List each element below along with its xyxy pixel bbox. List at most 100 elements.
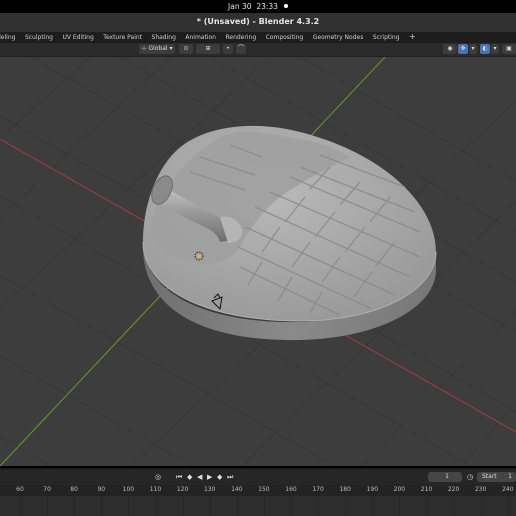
jump-start-icon[interactable]: ⏮ — [176, 473, 182, 482]
next-keyframe-icon[interactable]: ◆ — [217, 473, 222, 481]
ruler-tick-label: 90 — [97, 486, 106, 493]
ruler-tick-label: 210 — [420, 486, 433, 493]
ruler-tick-label: 170 — [312, 486, 324, 493]
workspace-tab[interactable]: Shading — [152, 34, 176, 41]
viewport-header: ⊹ Global ▾ ⊙ ⊞ • ⌒ ◉ ✥ ▾ ◐ ▾ ▣ — [0, 43, 516, 57]
proportional-falloff-button[interactable]: ⌒ — [236, 44, 246, 54]
viewport-scene — [0, 57, 516, 466]
window-title: * (Unsaved) - Blender 4.3.2 — [196, 17, 320, 26]
falloff-icon: ⌒ — [237, 45, 244, 52]
add-workspace-button[interactable]: + — [409, 32, 416, 41]
eye-icon: ◉ — [447, 45, 453, 52]
track-gridline — [101, 496, 103, 516]
track-gridline — [291, 496, 292, 516]
chevron-down-icon: ▾ — [169, 45, 173, 52]
visibility-button[interactable]: ◉ — [443, 44, 457, 54]
gizmo-icon: ✥ — [460, 45, 466, 52]
keying-icon[interactable]: ◎ — [155, 473, 161, 481]
track-gridline — [209, 496, 211, 516]
track-gridline — [263, 496, 265, 516]
snap-toggle-button[interactable]: ⊞ — [196, 44, 220, 54]
xray-icon: ▣ — [506, 45, 512, 52]
overlay-toggle-button[interactable]: ◐ — [480, 44, 490, 54]
workspace-tab[interactable]: Compositing — [266, 34, 304, 41]
ruler-tick-label: 120 — [176, 486, 189, 493]
ruler-tick-label: 240 — [502, 486, 514, 493]
track-gridline — [345, 496, 347, 516]
track-gridline — [155, 496, 157, 516]
notification-dot-icon — [283, 4, 288, 8]
jump-end-icon[interactable]: ⏭ — [227, 473, 233, 482]
proportional-icon: • — [226, 45, 230, 52]
transform-orientation-dropdown[interactable]: ⊹ Global ▾ — [139, 44, 175, 54]
proportional-edit-button[interactable]: • — [223, 44, 233, 54]
ruler-tick-label: 140 — [231, 486, 243, 493]
pivot-point-button[interactable]: ⊙ — [179, 44, 193, 54]
timeline-header: ◎ ⏮ ◆ ◀ ▶ ◆ ⏭ 1 ◷ Start 1 — [0, 468, 516, 486]
workspace-tab[interactable]: deling — [0, 34, 15, 41]
workspace-tab-bar: deling Sculpting UV Editing Texture Paint Sh… — [0, 32, 516, 43]
system-clock[interactable]: Jan 30 23:33 — [0, 2, 516, 11]
track-gridline — [372, 496, 374, 516]
ruler-tick-label: 70 — [43, 486, 51, 493]
snap-icon: ⊞ — [205, 45, 211, 52]
gizmo-dropdown[interactable]: ▾ — [469, 44, 477, 54]
current-frame-field[interactable]: 1 — [428, 472, 462, 482]
start-frame-label: Start — [482, 473, 497, 480]
workspace-tab[interactable]: Geometry Nodes — [313, 34, 364, 41]
sculpt-base-model[interactable] — [142, 125, 437, 341]
play-reverse-icon[interactable]: ◀ — [197, 473, 202, 481]
gizmo-toggle-button[interactable]: ✥ — [458, 44, 468, 54]
ruler-tick-label: 200 — [393, 486, 406, 493]
chevron-down-icon: ▾ — [493, 45, 497, 52]
timeline-track-area[interactable] — [0, 496, 516, 516]
xray-toggle-button[interactable]: ▣ — [502, 44, 516, 54]
track-gridline — [453, 496, 455, 516]
track-gridline — [480, 496, 482, 516]
track-gridline — [426, 496, 428, 516]
track-gridline — [74, 496, 76, 516]
workspace-tab[interactable]: Animation — [185, 34, 216, 41]
start-frame-field[interactable]: Start 1 — [477, 472, 516, 482]
window-title-bar: * (Unsaved) - Blender 4.3.2 — [0, 13, 516, 33]
ruler-tick-label: 60 — [16, 486, 24, 493]
overlay-dropdown[interactable]: ▾ — [491, 44, 499, 54]
ruler-tick-label: 150 — [258, 486, 270, 493]
workspace-tab[interactable]: Sculpting — [25, 34, 53, 41]
ruler-tick-label: 80 — [70, 486, 79, 493]
ruler-tick-label: 160 — [285, 486, 297, 493]
current-frame-value: 1 — [445, 473, 449, 480]
workspace-tab[interactable]: Scripting — [373, 34, 400, 41]
workspace-tab[interactable]: UV Editing — [62, 34, 93, 41]
timeline-ruler[interactable]: 60 70 80 90 100 110 120 130 140 150 160 170 180 190 20… — [0, 485, 516, 496]
ruler-tick-label: 130 — [203, 486, 216, 493]
ruler-tick-label: 230 — [474, 486, 487, 493]
transform-orientation-label: Global — [148, 45, 168, 52]
track-gridline — [182, 496, 184, 516]
chevron-down-icon: ▾ — [471, 45, 475, 52]
track-gridline — [20, 496, 21, 516]
workspace-tab[interactable]: Rendering — [225, 34, 256, 41]
play-icon[interactable]: ▶ — [207, 473, 212, 481]
workspace-tabs: deling Sculpting UV Editing Texture Paint Sh… — [0, 32, 425, 41]
3d-viewport[interactable] — [0, 57, 516, 466]
clock-icon[interactable]: ◷ — [467, 473, 473, 481]
system-date: Jan 30 — [228, 2, 252, 11]
orientation-icon: ⊹ — [141, 45, 147, 52]
track-gridline — [318, 496, 320, 516]
system-time: 23:33 — [256, 2, 278, 11]
workspace-tab[interactable]: Texture Paint — [103, 34, 142, 41]
track-gridline — [47, 496, 49, 516]
overlay-icon: ◐ — [482, 45, 488, 52]
prev-keyframe-icon[interactable]: ◆ — [187, 473, 192, 481]
track-gridline — [507, 496, 509, 516]
pivot-icon: ⊙ — [183, 45, 189, 52]
ruler-tick-label: 180 — [339, 486, 351, 493]
start-frame-value: 1 — [508, 473, 512, 480]
ruler-tick-label: 220 — [447, 486, 460, 493]
ruler-tick-label: 190 — [366, 486, 379, 493]
track-gridline — [236, 496, 238, 516]
ruler-tick-label: 110 — [149, 486, 162, 493]
ruler-tick-label: 100 — [122, 486, 135, 493]
track-gridline — [128, 496, 130, 516]
